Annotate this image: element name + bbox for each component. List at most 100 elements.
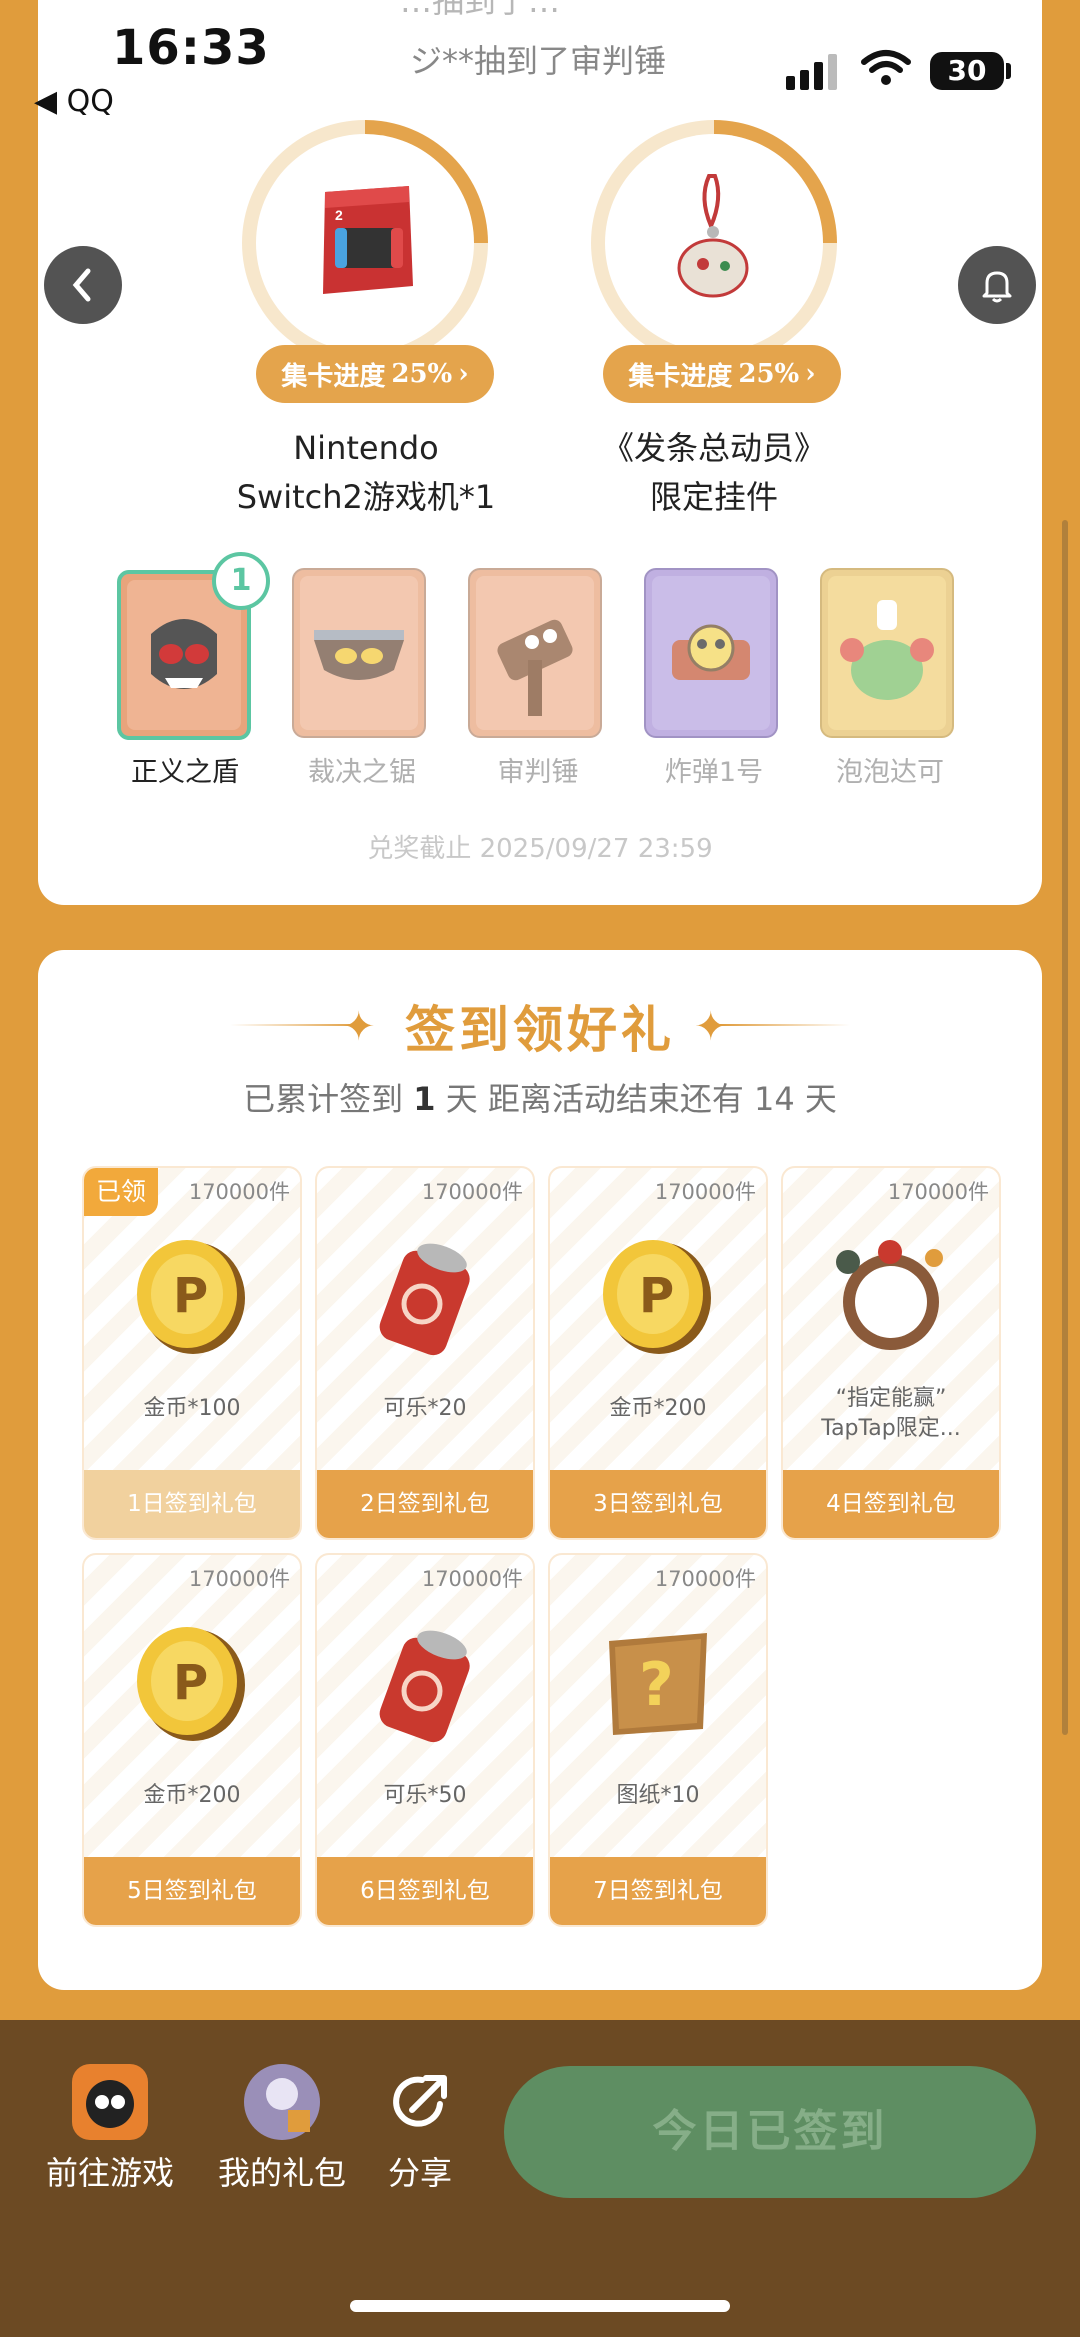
progress-value: 25% — [738, 359, 800, 389]
gift-day-4[interactable]: 170000件 “指定能赢” TapTap限定... 4日签到礼包 — [781, 1166, 1001, 1540]
gift-day-2[interactable]: 170000件 可乐*20 2日签到礼包 — [315, 1166, 535, 1540]
status-time: 16:33 — [112, 20, 270, 76]
chevron-left-icon — [72, 268, 91, 302]
gift-day-label: 1日签到礼包 — [84, 1470, 300, 1538]
progress-label: 集卡进度 — [281, 361, 386, 392]
my-gifts-button[interactable]: 我的礼包 — [212, 2064, 352, 2194]
svg-text:?: ? — [639, 1650, 674, 1720]
card-bomb[interactable] — [644, 568, 778, 738]
saw-character-image — [300, 576, 418, 730]
gift-day-label: 4日签到礼包 — [783, 1470, 999, 1538]
card-count-badge: 1 — [212, 552, 270, 610]
card-saw[interactable] — [292, 568, 426, 738]
scrollbar[interactable] — [1062, 520, 1068, 1735]
summary-prefix: 已累计签到 — [243, 1080, 404, 1118]
signal-icon — [786, 50, 837, 90]
gift-day-label: 6日签到礼包 — [317, 1857, 533, 1925]
share-label: 分享 — [387, 2154, 452, 2192]
gift-day-label: 5日签到礼包 — [84, 1857, 300, 1925]
card-label: 审判锤 — [497, 757, 579, 788]
cola-icon — [379, 1243, 470, 1356]
svg-text:2: 2 — [335, 207, 343, 223]
summary-days: 1 — [413, 1080, 436, 1118]
gift-day-3[interactable]: 170000件 P 金币*200 3日签到礼包 — [548, 1166, 768, 1540]
draw-ticker: ジ**抽到了审判锤 — [410, 42, 667, 80]
gift-stock: 170000件 — [654, 1567, 756, 1591]
gift-label: 金币*100 — [143, 1396, 241, 1421]
prize-progress-ring: 2 — [242, 120, 488, 366]
go-to-game-button[interactable]: 前往游戏 — [40, 2064, 180, 2194]
gift-stock: 170000件 — [421, 1567, 523, 1591]
gift-day-label: 7日签到礼包 — [550, 1857, 766, 1925]
prize-progress-button[interactable]: 集卡进度 25% › — [256, 345, 494, 403]
card-bubble[interactable] — [820, 568, 954, 738]
gift-label: 金币*200 — [143, 1783, 241, 1808]
chevron-right-icon: › — [458, 359, 469, 389]
notification-button[interactable] — [958, 246, 1036, 324]
svg-text:P: P — [639, 1268, 674, 1324]
coin-icon: P — [137, 1240, 245, 1354]
hammer-character-image — [476, 576, 594, 730]
card-label: 泡泡达可 — [836, 757, 944, 788]
wifi-icon — [861, 50, 911, 85]
gift-day-7[interactable]: 170000件 ? 图纸*10 7日签到礼包 — [548, 1553, 768, 1927]
my-gifts-label: 我的礼包 — [217, 2154, 346, 2192]
blueprint-icon: ? — [609, 1633, 707, 1735]
gift-day-5[interactable]: 170000件 P 金币*200 5日签到礼包 — [82, 1553, 302, 1927]
card-label: 正义之盾 — [131, 757, 239, 788]
game-app-icon — [72, 2064, 148, 2140]
redeem-deadline: 兑奖截止 2025/09/27 23:59 — [367, 834, 713, 864]
gift-stock: 170000件 — [421, 1180, 523, 1204]
gift-stock: 170000件 — [654, 1180, 756, 1204]
gift-day-6[interactable]: 170000件 可乐*50 6日签到礼包 — [315, 1553, 535, 1927]
switch-console-image: 2 — [323, 186, 413, 294]
gift-stock: 170000件 — [887, 1180, 989, 1204]
coin-icon: P — [603, 1240, 711, 1354]
progress-value: 25% — [391, 359, 453, 389]
card-label: 炸弹1号 — [664, 757, 764, 788]
gift-day-1[interactable]: 已领 170000件 P 金币*100 1日签到礼包 — [82, 1166, 302, 1540]
gift-day-label: 3日签到礼包 — [550, 1470, 766, 1538]
prize-progress-button[interactable]: 集卡进度 25% › — [603, 345, 841, 403]
keychain-charm-image — [677, 174, 749, 298]
prize-name-line2: Switch2游戏机*1 — [236, 478, 496, 516]
gift-label: 图纸*10 — [616, 1783, 700, 1808]
prize-name-line1: Nintendo — [293, 429, 439, 467]
signed-in-today-button[interactable]: 今日已签到 — [504, 2066, 1036, 2198]
prize-name: 《发条总动员》 限定挂件 — [544, 424, 884, 522]
battery-tip — [1006, 63, 1011, 79]
home-indicator[interactable] — [350, 2300, 730, 2312]
prize-name-line1: 《发条总动员》 — [601, 429, 826, 467]
gift-stock: 170000件 — [188, 1180, 290, 1204]
prize-progress-ring — [591, 120, 837, 366]
bomb-character-image — [652, 576, 770, 730]
gift-label: 可乐*50 — [383, 1783, 467, 1808]
bubble-character-image — [828, 576, 946, 730]
section-title: 签到领好礼 — [405, 1001, 675, 1059]
gift-label: 可乐*20 — [383, 1396, 467, 1421]
battery-icon: 30 — [930, 52, 1004, 90]
card-hammer[interactable] — [468, 568, 602, 738]
prize-name-line2: 限定挂件 — [649, 478, 778, 516]
chevron-right-icon: › — [805, 359, 816, 389]
prize-name: Nintendo Switch2游戏机*1 — [196, 424, 536, 522]
summary-rest: 天 距离活动结束还有 14 天 — [445, 1080, 837, 1118]
claimed-tag: 已领 — [84, 1168, 158, 1216]
gift-label: 金币*200 — [609, 1396, 707, 1421]
share-button[interactable]: 分享 — [370, 2064, 470, 2194]
gift-label-line2: TapTap限定... — [821, 1416, 961, 1441]
gift-avatar-icon — [244, 2064, 320, 2140]
ticker-previous: …抽到了… — [400, 0, 561, 20]
gift-stock: 170000件 — [188, 1567, 290, 1591]
back-to-qq-link[interactable]: ◀ QQ — [34, 84, 114, 119]
frame-icon — [836, 1240, 943, 1350]
progress-label: 集卡进度 — [628, 361, 733, 392]
gift-day-label: 2日签到礼包 — [317, 1470, 533, 1538]
share-icon — [393, 2075, 447, 2127]
back-button[interactable] — [44, 246, 122, 324]
gift-label-line1: “指定能赢” — [835, 1386, 947, 1411]
cola-icon — [379, 1630, 470, 1743]
svg-text:P: P — [173, 1268, 208, 1324]
signin-summary: 已累计签到 1 天 距离活动结束还有 14 天 — [38, 1074, 1042, 1120]
svg-text:P: P — [173, 1655, 208, 1711]
